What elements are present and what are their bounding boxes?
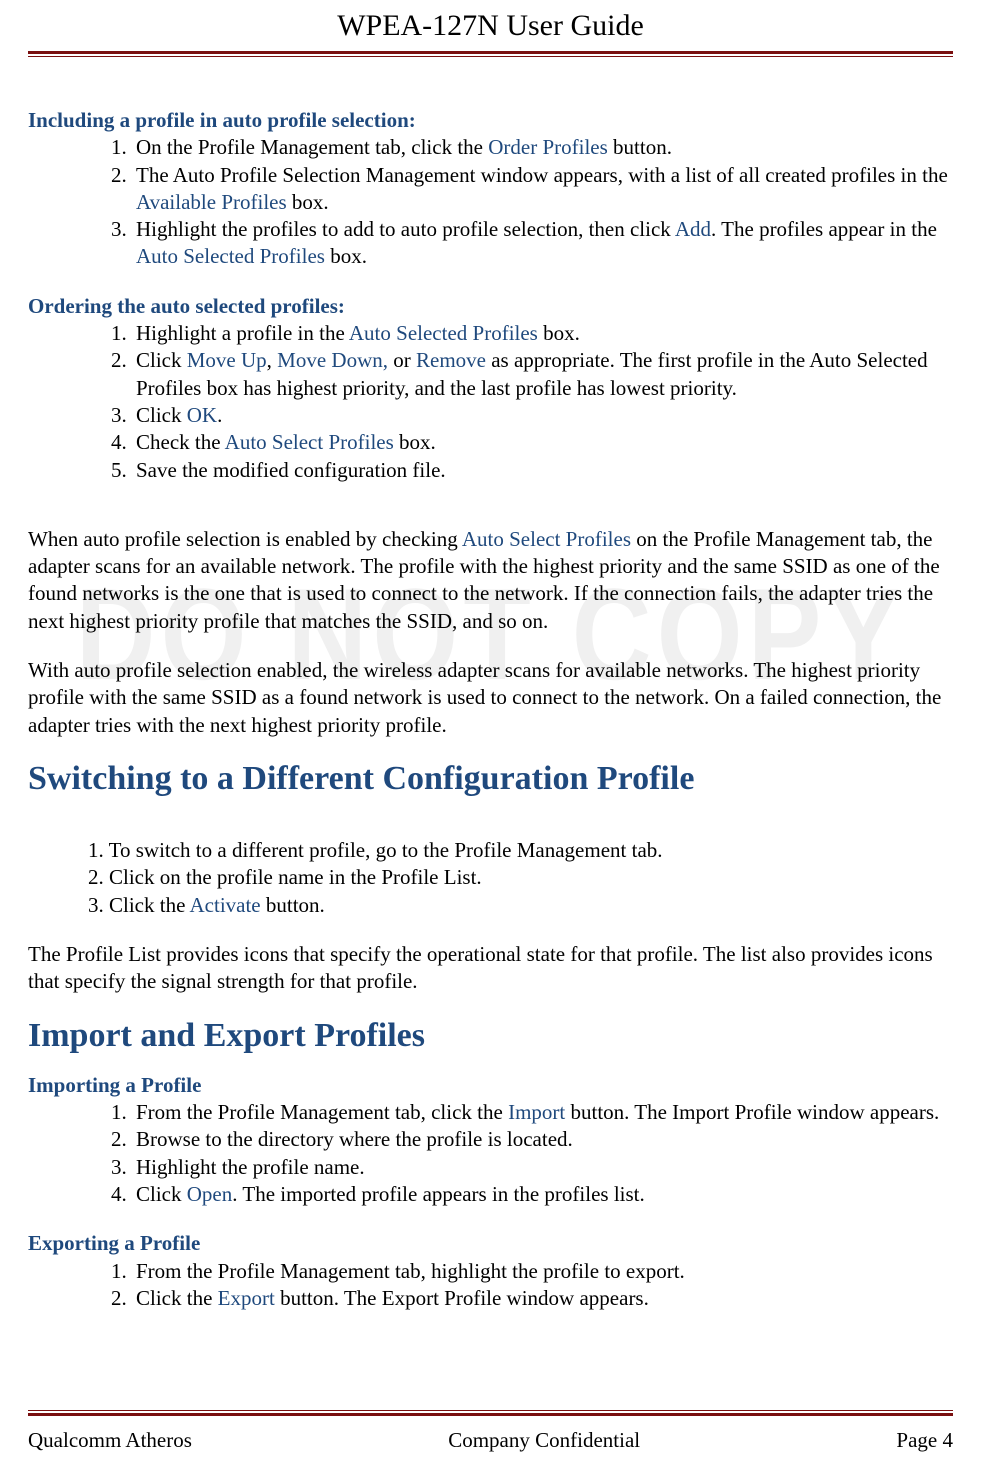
text: . The profiles appear in the: [711, 217, 937, 241]
list-importing: From the Profile Management tab, click t…: [100, 1099, 953, 1208]
text: Click: [136, 403, 187, 427]
text: button.: [261, 893, 325, 917]
list-item: Click Open. The imported profile appears…: [132, 1181, 953, 1208]
ui-term-open: Open: [187, 1182, 233, 1206]
list-item: 1. To switch to a different profile, go …: [88, 837, 953, 864]
ui-term-order-profiles: Order Profiles: [488, 135, 608, 159]
text: .: [217, 403, 222, 427]
text: The Auto Profile Selection Management wi…: [136, 163, 948, 187]
ui-term-ok: OK: [187, 403, 217, 427]
text: On the Profile Management tab, click the: [136, 135, 488, 159]
text: . The imported profile appears in the pr…: [232, 1182, 645, 1206]
list-item: Highlight the profile name.: [132, 1154, 953, 1181]
heading-ordering-profiles: Ordering the auto selected profiles:: [28, 293, 953, 320]
text: box.: [287, 190, 329, 214]
text: box.: [538, 321, 580, 345]
ui-term-move-down: Move Down,: [277, 348, 388, 372]
list-item: From the Profile Management tab, click t…: [132, 1099, 953, 1126]
list-item: On the Profile Management tab, click the…: [132, 134, 953, 161]
heading-import-export: Import and Export Profiles: [28, 1014, 953, 1058]
page-header: WPEA-127N User Guide: [28, 0, 953, 49]
ui-term-available-profiles: Available Profiles: [136, 190, 287, 214]
text: Save the modified configuration file.: [136, 458, 446, 482]
heading-importing-profile: Importing a Profile: [28, 1072, 953, 1099]
text: button.: [608, 135, 672, 159]
list-item: Check the Auto Select Profiles box.: [132, 429, 953, 456]
text: 3. Click the: [88, 893, 190, 917]
text: box.: [325, 244, 367, 268]
heading-including-profile: Including a profile in auto profile sele…: [28, 107, 953, 134]
list-item: Highlight a profile in the Auto Selected…: [132, 320, 953, 347]
ui-term-remove: Remove: [416, 348, 486, 372]
ui-term-activate: Activate: [190, 893, 261, 917]
footer-rule: [28, 1410, 953, 1416]
list-item: 2. Click on the profile name in the Prof…: [88, 864, 953, 891]
list-ordering-profiles: Highlight a profile in the Auto Selected…: [100, 320, 953, 484]
text: Check the: [136, 430, 225, 454]
footer-center: Company Confidential: [448, 1427, 640, 1454]
paragraph-profile-list: The Profile List provides icons that spe…: [28, 941, 953, 996]
text: Highlight a profile in the: [136, 321, 349, 345]
ui-term-export: Export: [218, 1286, 275, 1310]
ui-term-import: Import: [508, 1100, 565, 1124]
ui-term-move-up: Move Up: [187, 348, 267, 372]
ui-term-add: Add: [675, 217, 711, 241]
ui-term-auto-select-profiles: Auto Select Profiles: [225, 430, 394, 454]
text: When auto profile selection is enabled b…: [28, 527, 462, 551]
text: Click: [136, 1182, 187, 1206]
list-exporting: From the Profile Management tab, highlig…: [100, 1258, 953, 1313]
list-item: Click OK.: [132, 402, 953, 429]
ui-term-auto-selected-profiles: Auto Selected Profiles: [349, 321, 538, 345]
list-item: Click Move Up, Move Down, or Remove as a…: [132, 347, 953, 402]
list-item: 3. Click the Activate button.: [88, 892, 953, 919]
text: or: [388, 348, 416, 372]
heading-exporting-profile: Exporting a Profile: [28, 1230, 953, 1257]
page-content: Including a profile in auto profile sele…: [28, 57, 953, 1312]
footer-left: Qualcomm Atheros: [28, 1427, 192, 1454]
text: Highlight the profiles to add to auto pr…: [136, 217, 675, 241]
list-item: The Auto Profile Selection Management wi…: [132, 162, 953, 217]
list-item: Highlight the profiles to add to auto pr…: [132, 216, 953, 271]
list-item: Save the modified configuration file.: [132, 457, 953, 484]
page-footer: Qualcomm Atheros Company Confidential Pa…: [28, 1427, 953, 1454]
text: Click the: [136, 1286, 218, 1310]
text: button. The Export Profile window appear…: [275, 1286, 649, 1310]
heading-switching-profile: Switching to a Different Configuration P…: [28, 757, 953, 801]
text: From the Profile Management tab, click t…: [136, 1100, 508, 1124]
list-item: From the Profile Management tab, highlig…: [132, 1258, 953, 1285]
text: box.: [394, 430, 436, 454]
list-item: Browse to the directory where the profil…: [132, 1126, 953, 1153]
text: Click: [136, 348, 187, 372]
list-item: Click the Export button. The Export Prof…: [132, 1285, 953, 1312]
text: button. The Import Profile window appear…: [565, 1100, 939, 1124]
paragraph-auto-profile-2: With auto profile selection enabled, the…: [28, 657, 953, 739]
ui-term-auto-selected-profiles: Auto Selected Profiles: [136, 244, 325, 268]
ui-term-auto-select-profiles: Auto Select Profiles: [462, 527, 631, 551]
footer-right: Page 4: [896, 1427, 953, 1454]
paragraph-auto-profile-1: When auto profile selection is enabled b…: [28, 526, 953, 635]
list-switching: 1. To switch to a different profile, go …: [88, 837, 953, 919]
text: ,: [267, 348, 278, 372]
list-including-profile: On the Profile Management tab, click the…: [100, 134, 953, 270]
